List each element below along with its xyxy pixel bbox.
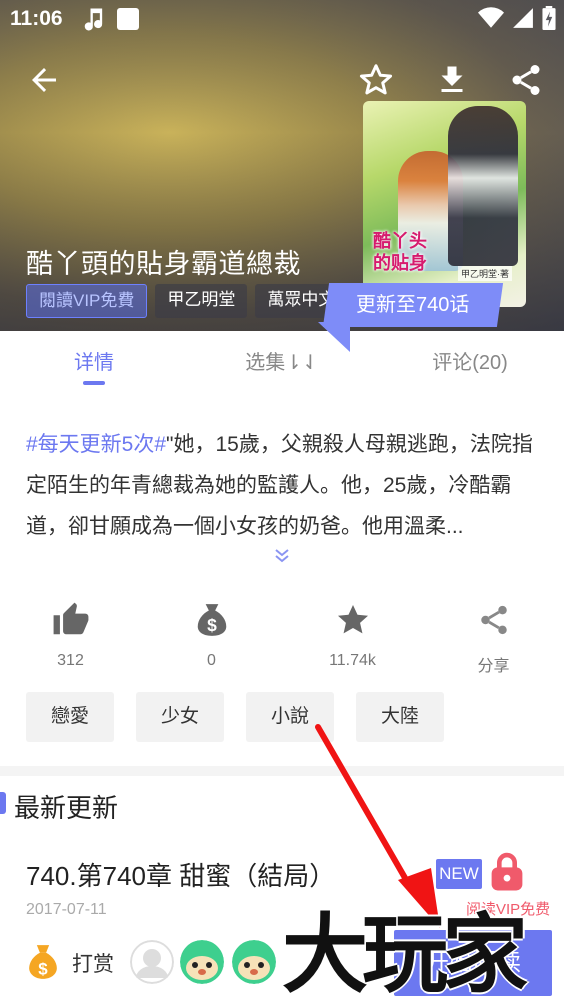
cover-author: 甲乙明堂·著 (458, 266, 512, 281)
thumbs-up-icon (0, 600, 141, 640)
money-bag-icon: $ (141, 600, 282, 640)
cover-title: 酷丫头的贴身 (373, 231, 427, 274)
update-badge-tail (318, 322, 350, 352)
genre-tags: 戀愛 少女 小說 大陸 (26, 692, 444, 742)
star-icon (282, 600, 423, 640)
tab-comments[interactable]: 评论(20) (376, 331, 564, 395)
section-divider (0, 766, 564, 776)
wifi-icon (478, 7, 504, 34)
book-tag-author[interactable]: 甲乙明堂 (155, 284, 248, 318)
svg-text:$: $ (207, 615, 217, 635)
avatar[interactable] (180, 940, 224, 984)
favorite-star-icon[interactable] (358, 62, 394, 103)
expand-chevron-icon[interactable] (273, 547, 291, 570)
reward-stat[interactable]: $ 0 (141, 600, 282, 680)
latest-chapter-title[interactable]: 740.第740章 甜蜜（結局） (26, 856, 335, 893)
avatar[interactable] (232, 940, 276, 984)
download-icon[interactable] (434, 62, 470, 103)
music-note-icon (80, 5, 108, 38)
reward-label[interactable]: 打赏 (72, 948, 114, 978)
back-arrow-icon[interactable] (26, 62, 62, 103)
tab-details[interactable]: 详情 (0, 331, 188, 395)
watermark-logo: 大玩家 (282, 904, 528, 1004)
description-hashtag[interactable]: #每天更新5次# (26, 433, 166, 456)
cover-figure-boy (448, 106, 518, 266)
notification-icon (117, 8, 139, 30)
status-bar: 11:06 (0, 0, 564, 38)
lock-icon (488, 852, 526, 897)
signal-icon (512, 7, 534, 34)
book-cover[interactable]: 酷丫头的贴身 甲乙明堂·著 (363, 101, 526, 307)
new-badge: NEW (436, 859, 482, 889)
battery-icon (542, 6, 556, 35)
status-time: 11:06 (10, 7, 63, 30)
update-badge: 更新至740话 (322, 283, 504, 327)
like-stat[interactable]: 312 (0, 600, 141, 680)
stats-row: 312 $ 0 11.74k 分享 (0, 600, 564, 680)
reward-count: 0 (207, 652, 216, 669)
book-tags: 閱讀VIP免費 甲乙明堂 萬眾中文 (26, 284, 348, 318)
book-header: 11:06 酷丫头的贴身 甲乙明堂·著 酷丫頭的貼身霸道總裁 閱讀VIP免費 甲… (0, 0, 564, 331)
avatar[interactable] (130, 940, 174, 984)
section-accent-bar (0, 792, 6, 814)
money-bag-icon[interactable]: $ (24, 942, 62, 987)
latest-chapter-date: 2017-07-11 (26, 901, 107, 918)
detail-tabs: 详情 选集⇂⇃ 评论(20) (0, 331, 564, 395)
section-title: 最新更新 (14, 793, 119, 823)
genre-tag[interactable]: 小說 (246, 692, 334, 742)
book-tag-vip[interactable]: 閱讀VIP免費 (26, 284, 148, 318)
genre-tag[interactable]: 少女 (136, 692, 224, 742)
book-description: #每天更新5次#"她，15歲，父親殺人母親逃跑，法院指定陌生的年青總裁為她的監護… (26, 424, 542, 547)
book-title: 酷丫頭的貼身霸道總裁 (26, 249, 301, 279)
favorite-stat[interactable]: 11.74k (282, 600, 423, 680)
share-stat[interactable]: 分享 (423, 600, 564, 680)
genre-tag[interactable]: 大陸 (356, 692, 444, 742)
favorite-count: 11.74k (329, 652, 376, 669)
svg-text:$: $ (38, 959, 48, 978)
share-icon[interactable] (508, 62, 544, 103)
share-label: 分享 (477, 658, 510, 675)
like-count: 312 (57, 652, 84, 669)
share-icon (423, 600, 564, 640)
genre-tag[interactable]: 戀愛 (26, 692, 114, 742)
